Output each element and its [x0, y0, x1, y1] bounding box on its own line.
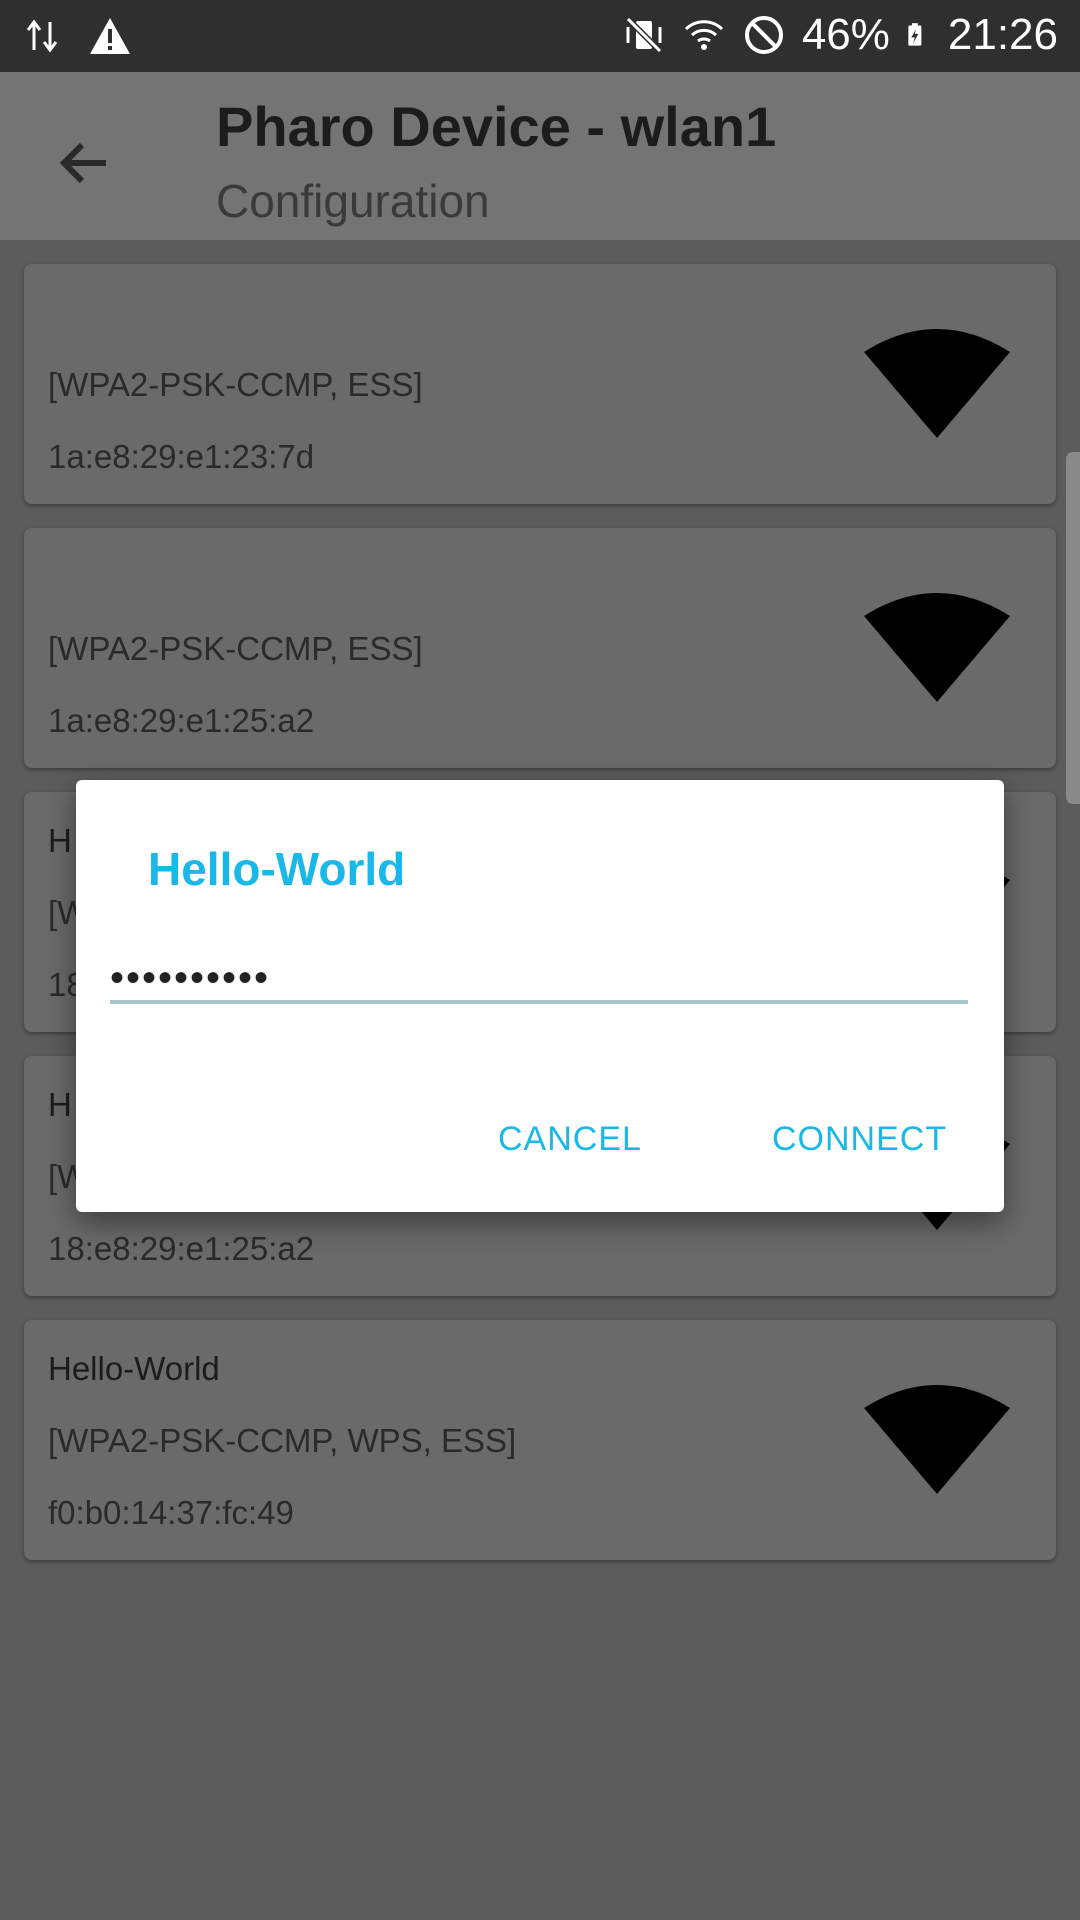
network-ssid: Hello-World: [48, 1350, 220, 1387]
network-bssid: f0:b0:14:37:fc:49: [48, 1494, 294, 1531]
vibrate-mute-icon: [625, 16, 662, 54]
wifi-password-dialog: Hello-World CANCEL CONNECT: [76, 780, 1004, 1212]
do-not-disturb-icon: [744, 16, 783, 54]
network-item[interactable]: [WPA2-PSK-CCMP, ESS] 1a:e8:29:e1:25:a2: [24, 528, 1056, 768]
wifi-signal-icon: [864, 1385, 1010, 1494]
network-capabilities: [WPA2-PSK-CCMP, WPS, ESS]: [48, 1422, 517, 1459]
connect-button[interactable]: CONNECT: [772, 1120, 947, 1159]
page-subtitle: Configuration: [216, 175, 490, 227]
arrow-back-icon[interactable]: [50, 128, 120, 198]
cancel-button[interactable]: CANCEL: [498, 1120, 642, 1159]
network-ssid: H: [48, 822, 72, 859]
network-capabilities: [WPA2-PSK-CCMP, ESS]: [48, 630, 423, 667]
network-bssid: 1a:e8:29:e1:25:a2: [48, 702, 315, 739]
password-field[interactable]: [110, 956, 968, 1004]
network-capabilities: [WPA2-PSK-CCMP, ESS]: [48, 366, 423, 403]
status-bar: 46% 21:26: [0, 0, 1080, 72]
wifi-signal-icon: [864, 329, 1010, 438]
wifi-icon: [684, 20, 723, 50]
page-title: Pharo Device - wlan1: [216, 95, 777, 158]
network-bssid: 18:e8:29:e1:25:a2: [48, 1230, 315, 1267]
network-item[interactable]: Hello-World [WPA2-PSK-CCMP, WPS, ESS] f0…: [24, 1320, 1056, 1560]
clock: 21:26: [947, 10, 1058, 59]
network-ssid: H: [48, 1086, 72, 1123]
dialog-title: Hello-World: [148, 843, 406, 895]
battery-charging-icon: [908, 23, 922, 46]
wifi-signal-icon: [864, 593, 1010, 702]
network-item[interactable]: [WPA2-PSK-CCMP, ESS] 1a:e8:29:e1:23:7d: [24, 264, 1056, 504]
scrollbar[interactable]: [1066, 452, 1080, 804]
data-transfer-icon: [26, 19, 58, 53]
warning-icon: [90, 18, 130, 54]
app-bar: Pharo Device - wlan1 Configuration: [0, 72, 1080, 240]
battery-percent: 46%: [801, 10, 890, 59]
network-bssid: 1a:e8:29:e1:23:7d: [48, 438, 315, 475]
